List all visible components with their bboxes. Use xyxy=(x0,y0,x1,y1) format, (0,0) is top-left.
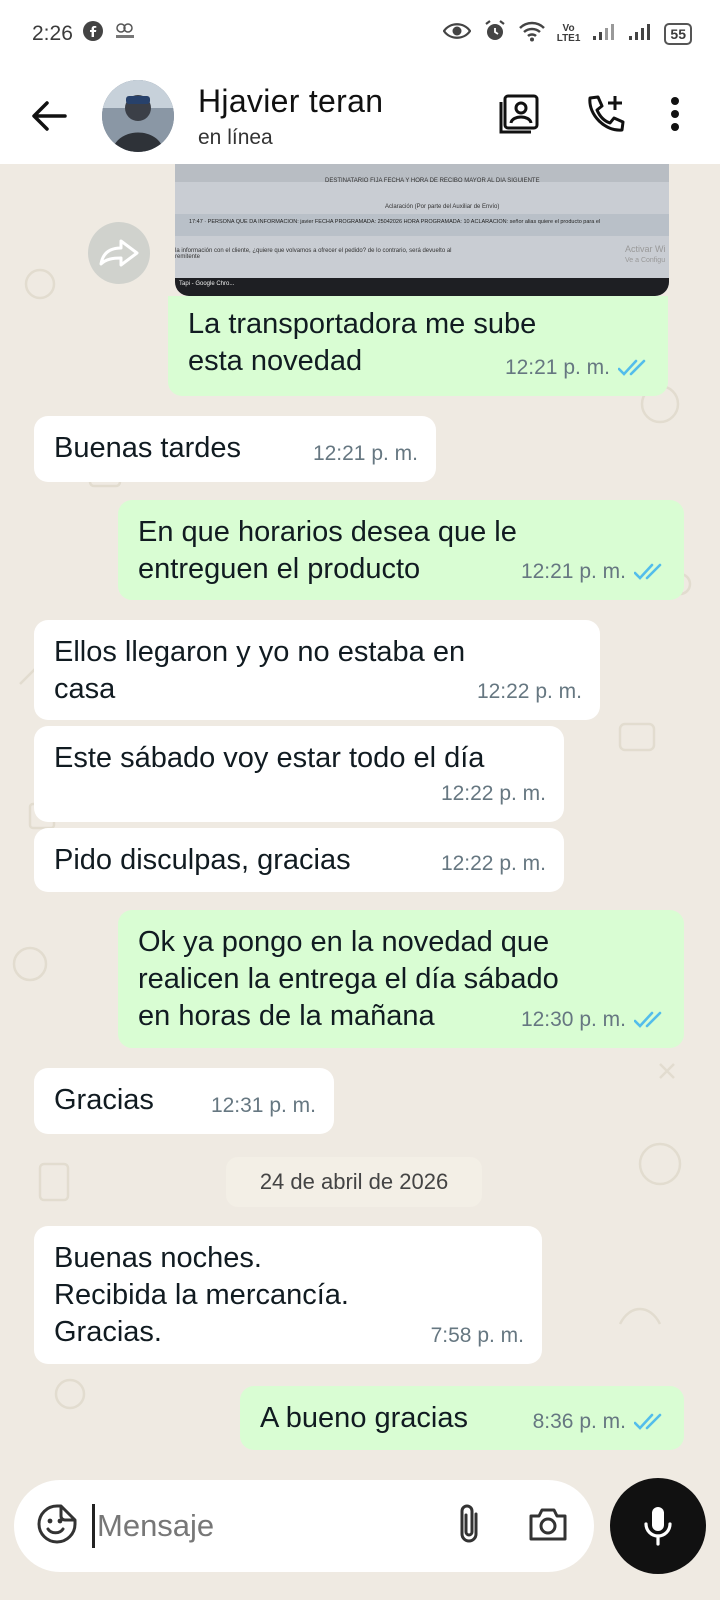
notification-app-icon xyxy=(113,21,137,47)
message-outgoing[interactable]: La transportadora me sube esta novedad 1… xyxy=(168,296,668,396)
battery-indicator: 55 xyxy=(664,23,692,45)
message-time-text: 12:30 p. m. xyxy=(520,1008,626,1031)
message-outgoing[interactable]: En que horarios desea que le entreguen e… xyxy=(118,500,684,600)
message-time: 12:21 p. m. xyxy=(521,553,666,590)
image-text-line-1: DESTINATARIO FIJA FECHA Y HORA DE RECIBO… xyxy=(325,178,540,184)
message-time: 12:22 p. m. xyxy=(440,852,546,875)
image-taskbar-label: Tapi - Google Chro... xyxy=(179,281,235,287)
image-text-line-6: Ve a Configu xyxy=(625,257,666,264)
facebook-icon xyxy=(82,21,103,47)
message-outgoing[interactable]: A bueno gracias 8:36 p. m. xyxy=(240,1386,684,1450)
message-time-text: 8:36 p. m. xyxy=(532,1410,626,1433)
message-time: 12:21 p. m. xyxy=(312,442,418,465)
wifi-icon xyxy=(518,20,545,48)
add-call-icon[interactable] xyxy=(584,93,626,140)
status-bar: 2:26 Vo LTE1 55 xyxy=(0,0,720,68)
message-time-text: 12:21 p. m. xyxy=(520,560,626,583)
contact-status: en línea xyxy=(198,125,273,149)
attachment-icon[interactable] xyxy=(454,1502,484,1551)
contact-info[interactable]: Hjavier teran en línea xyxy=(198,83,383,150)
message-time: 12:22 p. m. xyxy=(440,782,546,805)
message-composer: Mensaje xyxy=(14,1480,594,1572)
lte-label: LTE1 xyxy=(556,33,581,44)
image-text-line-5: Activar Wi xyxy=(625,244,666,254)
eye-icon xyxy=(442,22,472,46)
read-receipt-icon xyxy=(618,359,646,376)
image-text-line-2: Aclaración (Por parte del Auxiliar de En… xyxy=(385,204,500,210)
camera-icon[interactable] xyxy=(528,1506,568,1547)
chat-header: Hjavier teran en línea xyxy=(0,68,720,164)
message-time-text: 12:21 p. m. xyxy=(504,356,610,379)
message-time: 12:21 p. m. xyxy=(505,349,650,386)
message-time: 12:31 p. m. xyxy=(210,1094,316,1117)
message-time: 8:36 p. m. xyxy=(533,1403,666,1440)
date-divider: 24 de abril de 2026 xyxy=(226,1157,482,1207)
image-text-line-4: la información con el cliente, ¿quiere q… xyxy=(175,248,452,260)
more-options-icon[interactable] xyxy=(670,96,680,137)
message-input[interactable]: Mensaje xyxy=(92,1504,214,1548)
message-time: 12:30 p. m. xyxy=(521,1001,666,1038)
message-incoming[interactable]: Ellos llegaron y yo no estaba en casa 12… xyxy=(34,620,600,720)
message-incoming[interactable]: Buenas noches. Recibida la mercancía. Gr… xyxy=(34,1226,542,1364)
alarm-icon xyxy=(483,19,507,49)
forward-button[interactable] xyxy=(88,222,150,284)
read-receipt-icon xyxy=(634,1011,662,1028)
sticker-icon[interactable] xyxy=(36,1503,78,1550)
message-text: Este sábado voy estar todo el día xyxy=(54,742,485,774)
message-time: 12:22 p. m. xyxy=(476,680,582,703)
message-incoming[interactable]: Pido disculpas, gracias 12:22 p. m. xyxy=(34,828,564,892)
image-text-line-3: 17:47 · PERSONA QUE DA INFORMACION: javi… xyxy=(189,219,601,225)
signal-icon-sim2 xyxy=(628,21,652,47)
message-incoming[interactable]: Este sábado voy estar todo el día 12:22 … xyxy=(34,726,564,822)
avatar[interactable] xyxy=(102,80,174,152)
message-time: 7:58 p. m. xyxy=(430,1324,524,1347)
message-incoming[interactable]: Buenas tardes 12:21 p. m. xyxy=(34,416,436,482)
contact-name: Hjavier teran xyxy=(198,82,384,119)
forwarded-image-preview[interactable]: DESTINATARIO FIJA FECHA Y HORA DE RECIBO… xyxy=(175,164,669,296)
microphone-icon xyxy=(644,1507,672,1546)
arrow-left-icon xyxy=(32,101,67,131)
message-outgoing[interactable]: Ok ya pongo en la novedad que realicen l… xyxy=(118,910,684,1048)
forward-icon xyxy=(99,239,139,267)
read-receipt-icon xyxy=(634,563,662,580)
read-receipt-icon xyxy=(634,1413,662,1430)
voice-message-button[interactable] xyxy=(610,1478,706,1574)
contact-card-icon[interactable] xyxy=(498,93,540,140)
chat-area[interactable]: DESTINATARIO FIJA FECHA Y HORA DE RECIBO… xyxy=(0,164,720,1464)
message-incoming[interactable]: Gracias 12:31 p. m. xyxy=(34,1068,334,1134)
status-time: 2:26 xyxy=(32,22,73,45)
volte-indicator: Vo LTE1 xyxy=(557,24,581,44)
signal-icon-sim1 xyxy=(592,21,616,47)
back-button[interactable] xyxy=(24,91,74,141)
